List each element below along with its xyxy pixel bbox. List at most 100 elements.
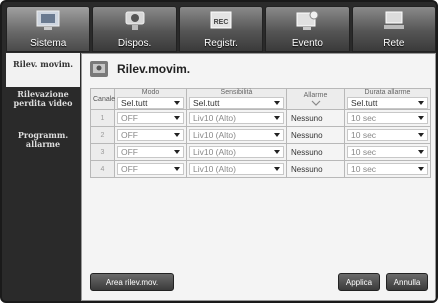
- chevron-down-icon: [174, 150, 180, 154]
- camera-icon: [125, 11, 145, 30]
- allarme-cell[interactable]: Nessuno: [286, 109, 345, 127]
- sensibilita-cell: Liv10 (Alto): [186, 143, 287, 161]
- durata-value: 10 sec: [351, 113, 377, 123]
- col-modo-label: Modo: [141, 89, 160, 96]
- sidebar: Rilev. movim. Rilevazione perdita video …: [6, 53, 80, 301]
- content-panel: Rilev.movim. Canale Modo Sel.tutt Sensib…: [81, 53, 436, 301]
- allarme-cell[interactable]: Nessuno: [286, 143, 345, 161]
- allarme-cell[interactable]: Nessuno: [286, 160, 345, 178]
- chevron-down-icon: [418, 133, 424, 137]
- col-durata-label: Durata allarme: [364, 89, 411, 96]
- modo-select[interactable]: OFF: [117, 163, 184, 175]
- allarme-cell[interactable]: Nessuno: [286, 126, 345, 144]
- durata-select[interactable]: 10 sec: [347, 129, 428, 141]
- sensibilita-value: Liv10 (Alto): [193, 164, 236, 174]
- sensibilita-value: Liv10 (Alto): [193, 113, 236, 123]
- table-row: 1 OFF Liv10 (Alto) Nessuno 10 sec: [90, 109, 431, 127]
- modo-cell: OFF: [114, 160, 187, 178]
- durata-cell: 10 sec: [344, 143, 431, 161]
- table-header-row: Canale Modo Sel.tutt Sensibilità Sel.tut…: [90, 88, 431, 110]
- modo-cell: OFF: [114, 143, 187, 161]
- chevron-down-icon: [174, 133, 180, 137]
- table-row: 4 OFF Liv10 (Alto) Nessuno 10 sec: [90, 160, 431, 178]
- durata-select[interactable]: 10 sec: [347, 163, 428, 175]
- top-tab-bar: Sistema Dispos. REC Registr. Evento Rete: [6, 6, 436, 52]
- monitor-icon: [36, 10, 60, 30]
- apply-button[interactable]: Applica: [338, 273, 380, 291]
- sensibilita-select-all-value: Sel.tutt: [193, 98, 220, 108]
- page-title: Rilev.movim.: [117, 62, 191, 76]
- table-row: 2 OFF Liv10 (Alto) Nessuno 10 sec: [90, 126, 431, 144]
- table-row: 3 OFF Liv10 (Alto) Nessuno 10 sec: [90, 143, 431, 161]
- tab-dispositivi[interactable]: Dispos.: [92, 6, 177, 52]
- chevron-down-icon: [418, 150, 424, 154]
- col-modo: Modo Sel.tutt: [114, 88, 187, 110]
- chevron-down-icon: [274, 150, 280, 154]
- durata-select-all[interactable]: Sel.tutt: [347, 97, 428, 109]
- allarme-value: Nessuno: [291, 148, 323, 157]
- sensibilita-cell: Liv10 (Alto): [186, 126, 287, 144]
- motion-detection-icon: [90, 61, 108, 77]
- chevron-down-icon: [274, 133, 280, 137]
- cancel-button[interactable]: Annulla: [386, 273, 428, 291]
- chevron-down-icon: [418, 167, 424, 171]
- modo-value: OFF: [121, 164, 138, 174]
- tab-dispositivi-label: Dispos.: [117, 38, 152, 49]
- sensibilita-cell: Liv10 (Alto): [186, 109, 287, 127]
- chevron-down-icon: [174, 167, 180, 171]
- sidebar-item-rilev-movim[interactable]: Rilev. movim.: [6, 53, 80, 87]
- sensibilita-select[interactable]: Liv10 (Alto): [189, 112, 284, 124]
- area-rilev-mov-button[interactable]: Area rilev.mov.: [90, 273, 174, 291]
- durata-select[interactable]: 10 sec: [347, 146, 428, 158]
- tab-evento-label: Evento: [291, 38, 323, 49]
- col-sensibilita-label: Sensibilità: [220, 89, 253, 96]
- allarme-value: Nessuno: [291, 114, 323, 123]
- modo-select[interactable]: OFF: [117, 146, 184, 158]
- chevron-down-icon: [311, 100, 320, 106]
- sensibilita-select-all[interactable]: Sel.tutt: [189, 97, 284, 109]
- col-canale: Canale: [90, 88, 116, 110]
- durata-cell: 10 sec: [344, 160, 431, 178]
- chevron-down-icon: [274, 167, 280, 171]
- durata-cell: 10 sec: [344, 109, 431, 127]
- channel-number: 3: [90, 143, 115, 161]
- sensibilita-select[interactable]: Liv10 (Alto): [189, 163, 284, 175]
- sensibilita-value: Liv10 (Alto): [193, 147, 236, 157]
- sensibilita-select[interactable]: Liv10 (Alto): [189, 146, 284, 158]
- svg-text:REC: REC: [214, 19, 229, 26]
- channel-number: 4: [90, 160, 115, 178]
- durata-value: 10 sec: [351, 130, 377, 140]
- col-allarme: Allarme: [286, 88, 345, 110]
- modo-value: OFF: [121, 130, 138, 140]
- tab-sistema[interactable]: Sistema: [6, 6, 91, 52]
- tab-rete[interactable]: Rete: [351, 6, 436, 52]
- durata-select-all-value: Sel.tutt: [351, 98, 378, 108]
- network-icon: [383, 11, 404, 29]
- durata-value: 10 sec: [351, 164, 377, 174]
- chevron-down-icon: [418, 101, 424, 105]
- durata-value: 10 sec: [351, 147, 377, 157]
- modo-select[interactable]: OFF: [117, 112, 184, 124]
- tab-registrazione-label: Registr.: [204, 38, 238, 49]
- modo-cell: OFF: [114, 109, 187, 127]
- tab-sistema-label: Sistema: [30, 38, 67, 49]
- dvr-settings-window: Sistema Dispos. REC Registr. Evento Rete…: [0, 0, 438, 303]
- modo-select[interactable]: OFF: [117, 129, 184, 141]
- alarm-monitor-icon: [296, 10, 319, 30]
- modo-select-all[interactable]: Sel.tutt: [117, 97, 184, 109]
- sidebar-item-perdita-video[interactable]: Rilevazione perdita video: [6, 87, 80, 129]
- durata-select[interactable]: 10 sec: [347, 112, 428, 124]
- col-canale-label: Canale: [93, 95, 116, 103]
- sidebar-item-programm-allarme[interactable]: Programm. allarme: [6, 129, 80, 157]
- col-sensibilita: Sensibilità Sel.tutt: [186, 88, 287, 110]
- tab-evento[interactable]: Evento: [265, 6, 350, 52]
- col-durata: Durata allarme Sel.tutt: [344, 88, 431, 110]
- sensibilita-select[interactable]: Liv10 (Alto): [189, 129, 284, 141]
- modo-select-all-value: Sel.tutt: [121, 98, 148, 108]
- panel-header: Rilev.movim.: [90, 61, 190, 77]
- allarme-value: Nessuno: [291, 131, 323, 140]
- modo-value: OFF: [121, 147, 138, 157]
- allarme-value: Nessuno: [291, 165, 323, 174]
- chevron-down-icon: [418, 116, 424, 120]
- tab-registrazione[interactable]: REC Registr.: [178, 6, 264, 52]
